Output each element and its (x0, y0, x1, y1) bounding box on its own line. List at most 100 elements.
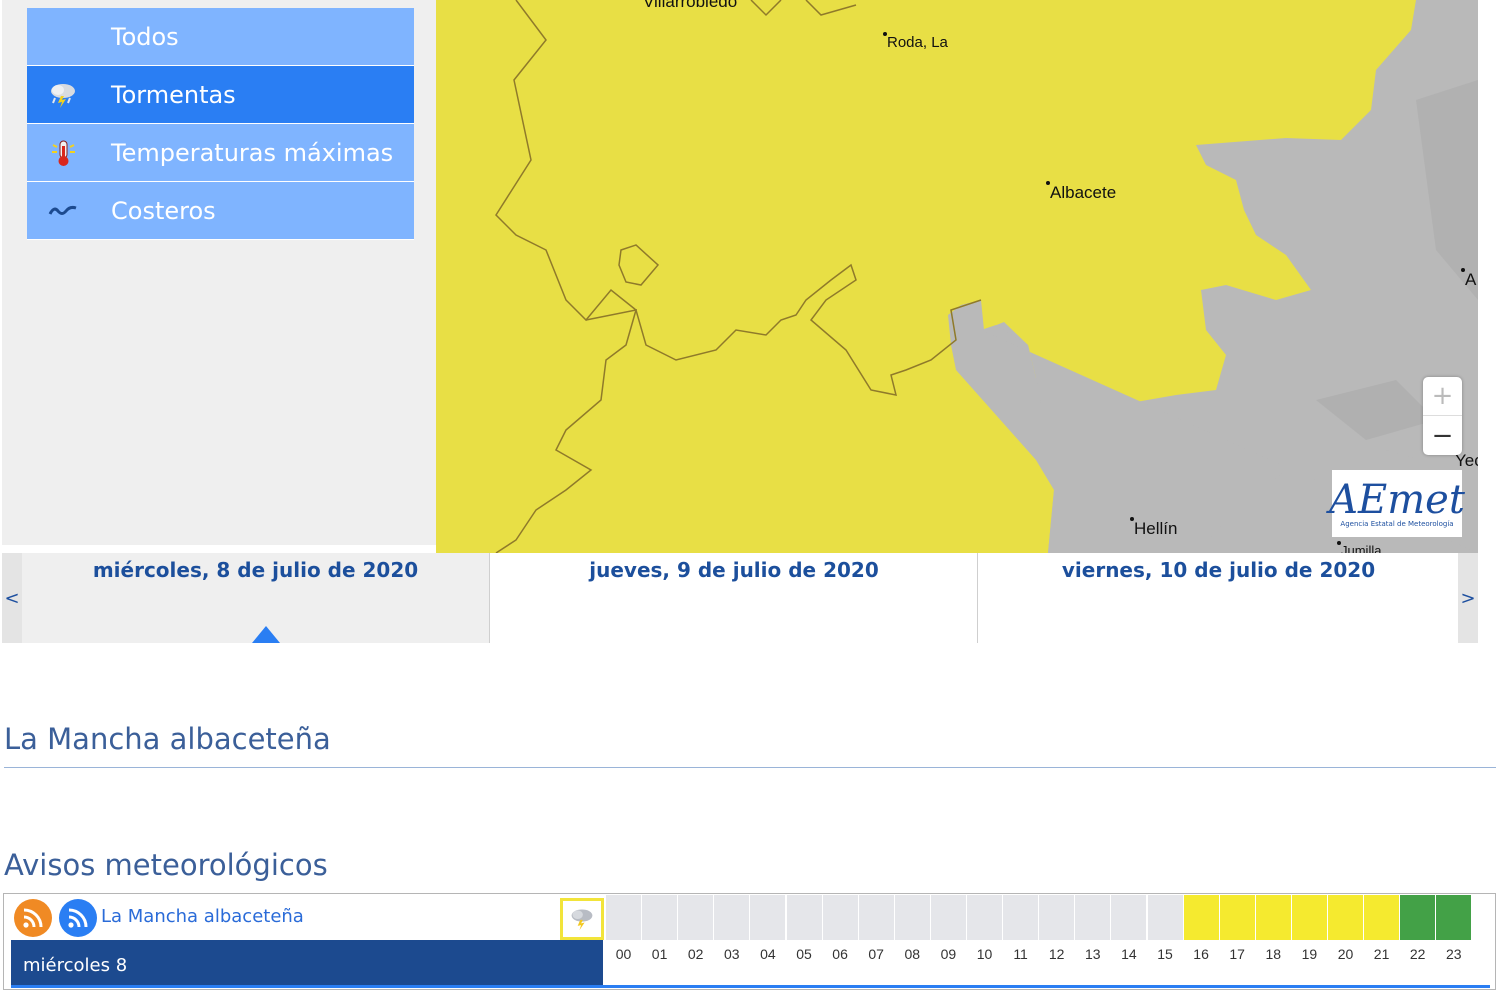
city-villarrobledo: Villarrobledo (643, 0, 737, 12)
city-label: Villarrobledo (643, 0, 738, 11)
hour-cell (642, 895, 678, 940)
hour-cell (786, 895, 822, 940)
date-tab-wednesday[interactable]: miércoles, 8 de julio de 2020 (22, 553, 490, 643)
aemet-page: Todos Tormentas Temperaturas máximas Cos… (0, 0, 1500, 1000)
hour-label: 21 (1373, 946, 1390, 962)
hour-label: 17 (1229, 946, 1245, 962)
menu-item-todos[interactable]: Todos (27, 8, 414, 66)
hour-label: 15 (1157, 946, 1173, 962)
hour-cell (750, 895, 786, 940)
hour-cell (930, 895, 966, 940)
hour-cell (1219, 895, 1255, 940)
hour-cell (1111, 895, 1147, 940)
city-label: A (1465, 270, 1477, 289)
avisos-title: Avisos meteorológicos (4, 848, 328, 882)
hour-cell (1075, 895, 1111, 940)
date-tab-label: viernes, 10 de julio de 2020 (1061, 558, 1376, 582)
aemet-logo[interactable]: AEmet Agencia Estatal de Meteorología (1329, 470, 1465, 537)
hour-cell (1147, 895, 1183, 940)
next-date-button[interactable]: > (1458, 553, 1478, 643)
hour-label: 18 (1265, 946, 1282, 962)
city-dot (883, 32, 887, 36)
hour-label: 11 (1013, 946, 1028, 962)
city-roda: Roda, La (883, 32, 948, 51)
waves-icon (27, 203, 111, 219)
menu-item-label: Todos (111, 22, 179, 51)
hour-label: 09 (940, 946, 957, 962)
storm-icon (27, 82, 111, 108)
day-label: miércoles 8 (11, 940, 603, 986)
city-hellin: Hellín (1130, 517, 1178, 539)
date-tab-thursday[interactable]: jueves, 9 de julio de 2020 (491, 553, 978, 643)
zone-divider (4, 767, 1496, 768)
hour-cell (1328, 895, 1363, 940)
city-label: Albacete (1050, 183, 1117, 202)
table-bottom-rule (11, 985, 1490, 988)
city-label: Hellín (1134, 519, 1178, 538)
warnings-table: La Mancha albaceteña miércoles 8 00 01 02 0… (3, 893, 1496, 990)
hour-label: 12 (1048, 946, 1065, 962)
hour-cell (894, 895, 930, 940)
hour-label: 23 (1446, 946, 1462, 962)
hour-label: 00 (615, 946, 632, 962)
hour-label: 04 (760, 946, 776, 962)
menu-item-tormentas[interactable]: Tormentas (27, 66, 414, 124)
prev-date-button[interactable]: < (2, 553, 22, 643)
warning-type-panel: Todos Tormentas Temperaturas máximas Cos… (2, 0, 436, 545)
menu-item-costeros[interactable]: Costeros (27, 182, 414, 240)
zoom-control: + − (1423, 377, 1462, 455)
hour-cell (822, 895, 858, 940)
hour-cell (1436, 895, 1472, 940)
city-jumilla: Jumilla (1337, 541, 1382, 553)
subscribe-icon (68, 908, 88, 928)
hour-label: 03 (724, 946, 740, 962)
zone-link[interactable]: La Mancha albaceteña (101, 906, 304, 927)
hour-label: 05 (796, 946, 812, 962)
city-dot (1046, 181, 1050, 185)
date-tab-label: jueves, 9 de julio de 2020 (589, 558, 879, 582)
hour-cell (967, 895, 1002, 940)
menu-item-temperaturas-maximas[interactable]: Temperaturas máximas (27, 124, 414, 182)
date-tab-friday[interactable]: viernes, 10 de julio de 2020 (979, 553, 1458, 643)
hour-label: 22 (1409, 946, 1426, 962)
date-selector: < miércoles, 8 de julio de 2020 jueves, … (2, 553, 1478, 643)
zone-title: La Mancha albaceteña (4, 722, 331, 756)
hour-label: 14 (1121, 946, 1137, 962)
aemet-logo-text: AEmet (1329, 476, 1465, 523)
city-edge-a: A (1461, 268, 1477, 290)
hour-cell (1291, 895, 1327, 940)
rss-icon (23, 908, 43, 928)
city-albacete: Albacete (1046, 181, 1117, 203)
city-label: Roda, La (887, 34, 948, 51)
menu-item-label: Costeros (111, 196, 216, 225)
city-label: Jumilla (1341, 543, 1382, 553)
hour-cell (1400, 895, 1436, 940)
hour-label: 01 (651, 946, 668, 962)
selected-date-indicator (252, 626, 280, 643)
warning-type-menu: Todos Tormentas Temperaturas máximas Cos… (27, 8, 414, 240)
hour-label: 13 (1085, 946, 1101, 962)
hour-label: 10 (976, 946, 993, 962)
rss-feed-button[interactable] (14, 899, 52, 937)
city-dot (1130, 517, 1134, 521)
hour-cell (1003, 895, 1039, 940)
zoom-in-button[interactable]: + (1423, 377, 1462, 416)
aemet-logo-subtitle: Agencia Estatal de Meteorología (1340, 519, 1454, 528)
subscribe-feed-button[interactable] (59, 899, 97, 937)
thermometer-icon (27, 139, 111, 167)
hour-label: 02 (687, 946, 704, 962)
hour-label: 07 (868, 946, 884, 962)
hour-cell (1255, 895, 1291, 940)
hour-label: 16 (1193, 946, 1209, 962)
hour-label: 06 (832, 946, 848, 962)
city-dot (1337, 541, 1341, 545)
hour-cell (1364, 895, 1400, 940)
zoom-out-button[interactable]: − (1423, 416, 1462, 455)
hour-label: 20 (1337, 946, 1354, 962)
storm-warning-icon (560, 898, 604, 940)
hour-label: 19 (1301, 946, 1318, 962)
warnings-map[interactable]: Villarrobledo Roda, La Albacete Hellín J… (436, 0, 1478, 553)
hour-cell (1039, 895, 1075, 940)
menu-item-label: Temperaturas máximas (111, 138, 394, 167)
hour-cell (678, 895, 714, 940)
